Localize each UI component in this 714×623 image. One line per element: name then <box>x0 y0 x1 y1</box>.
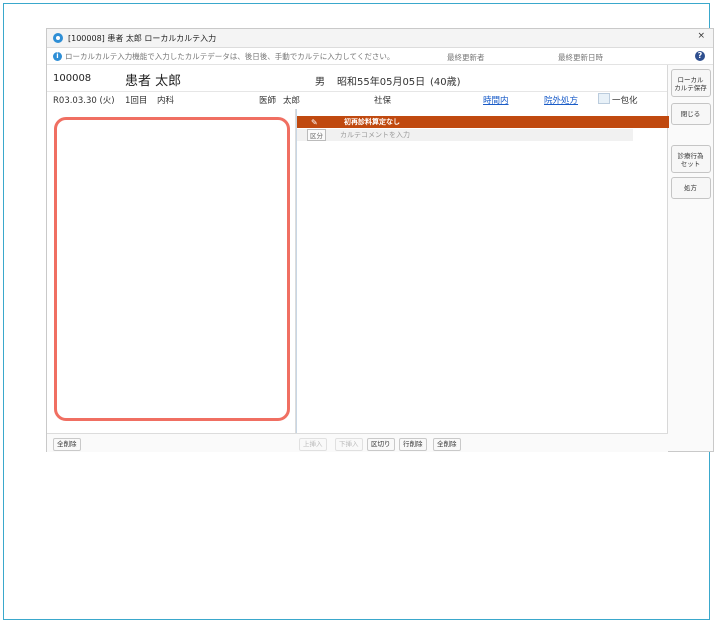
medical-set-label: 診療行為 セット <box>677 152 704 168</box>
local-karte-window: [100008] 患者 太郎 ローカルカルテ入力 × i ローカルカルテ入力機能… <box>46 28 714 452</box>
delete-row-button[interactable]: 行削除 <box>399 438 427 451</box>
unit-dose-checkbox[interactable] <box>598 93 610 104</box>
patient-info-row: 100008 患者 太郎 男 昭和55年05月05日 (40歳) <box>47 65 668 92</box>
title-bar: [100008] 患者 太郎 ローカルカルテ入力 × <box>47 29 713 48</box>
patient-sex: 男 <box>315 77 325 88</box>
edit-icon[interactable]: ✎ <box>311 118 320 127</box>
comment-row[interactable]: 区分 カルテコメントを入力 <box>297 129 633 141</box>
visit-info-row: R03.03.30 (火) 1回目 内科 医師 太郎 社保 時間内 院外処方 一… <box>47 92 668 106</box>
help-icon[interactable]: ? <box>695 51 705 61</box>
separator-button[interactable]: 区切り <box>367 438 395 451</box>
side-panel: ローカル カルテ保存 閉じる 診療行為 セット 処方 <box>667 65 713 451</box>
comment-input[interactable]: カルテコメントを入力 <box>340 130 410 140</box>
karte-entry-pane[interactable]: ✎ 初再診料算定なし 区分 カルテコメントを入力 <box>296 109 669 434</box>
app-icon <box>53 33 63 43</box>
doctor-name: 太郎 <box>283 96 301 106</box>
patient-name: 患者 太郎 <box>125 74 182 89</box>
patient-age: (40歳) <box>430 77 461 88</box>
outside-prescription-link[interactable]: 院外処方 <box>544 94 578 106</box>
notice-text: ローカルカルテ入力機能で入力したカルテデータは、後日後、手動でカルテに入力してく… <box>65 51 395 61</box>
left-delete-all-button[interactable]: 全削除 <box>53 438 81 451</box>
patient-id: 100008 <box>53 73 92 84</box>
insert-above-button[interactable]: 上挿入 <box>299 438 327 451</box>
patient-birthdate: 昭和55年05月05日 <box>337 77 426 88</box>
insurance-type: 社保 <box>374 96 392 106</box>
category-badge[interactable]: 区分 <box>307 129 326 141</box>
insert-below-button[interactable]: 下挿入 <box>335 438 363 451</box>
visit-count: 1回目 <box>125 96 148 106</box>
info-icon: i <box>53 51 62 61</box>
karte-history-pane[interactable] <box>47 109 296 434</box>
window-title: [100008] 患者 太郎 ローカルカルテ入力 <box>68 33 217 43</box>
visit-department: 内科 <box>157 96 175 106</box>
save-local-karte-button[interactable]: ローカル カルテ保存 <box>670 69 711 97</box>
no-consultation-fee-label: 初再診料算定なし <box>344 118 400 126</box>
last-updater-label: 最終更新者 <box>447 53 485 62</box>
bottom-toolbar: 全削除 上挿入 下挿入 区切り 行削除 全削除 <box>47 433 668 452</box>
delete-all-button[interactable]: 全削除 <box>433 438 461 451</box>
save-button-label: ローカル カルテ保存 <box>674 76 707 92</box>
prescription-button[interactable]: 処方 <box>670 177 711 199</box>
doctor-label: 医師 <box>259 96 277 106</box>
notice-bar: i ローカルカルテ入力機能で入力したカルテデータは、後日後、手動でカルテに入力し… <box>47 48 713 65</box>
highlight-box <box>54 117 290 421</box>
no-consultation-fee-row[interactable]: ✎ 初再診料算定なし <box>297 116 669 128</box>
unit-dose-label: 一包化 <box>612 96 638 106</box>
close-button[interactable]: 閉じる <box>670 103 711 125</box>
medical-act-set-button[interactable]: 診療行為 セット <box>670 145 711 173</box>
last-updated-label: 最終更新日時 <box>558 53 603 62</box>
close-window-button[interactable]: × <box>697 31 705 41</box>
time-within-link[interactable]: 時間内 <box>483 94 509 106</box>
visit-date: R03.03.30 (火) <box>53 96 115 106</box>
